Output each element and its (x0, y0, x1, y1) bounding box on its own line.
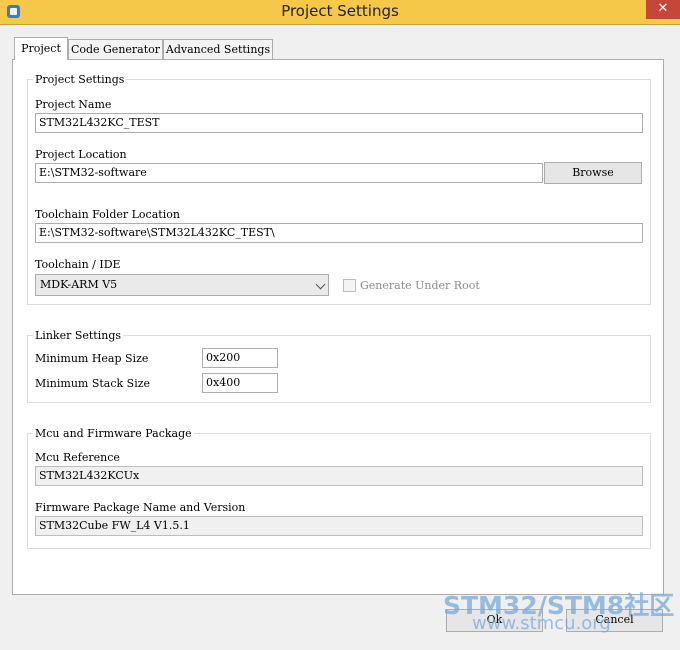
browse-button[interactable]: Browse (544, 162, 642, 184)
firmware-package-field: STM32Cube FW_L4 V1.5.1 (35, 516, 643, 536)
window-title: Project Settings (281, 2, 399, 20)
generate-under-root-checkbox[interactable] (343, 279, 356, 292)
close-button[interactable]: ✕ (646, 0, 680, 19)
toolchain-folder-label: Toolchain Folder Location (35, 208, 180, 221)
min-heap-label: Minimum Heap Size (35, 352, 149, 365)
generate-under-root-label: Generate Under Root (360, 279, 480, 292)
min-heap-field[interactable]: 0x200 (202, 348, 278, 368)
min-stack-field[interactable]: 0x400 (202, 373, 278, 393)
project-name-label: Project Name (35, 98, 112, 111)
min-stack-label: Minimum Stack Size (35, 377, 151, 390)
chevron-down-icon (315, 279, 326, 290)
group-legend: Linker Settings (33, 329, 124, 342)
watermark-url: www.stmcu.org (472, 613, 611, 634)
tab-panel-project: Project Settings Project Name STM32L432K… (12, 59, 664, 595)
project-location-field[interactable]: E:\STM32-software (35, 163, 543, 183)
toolchain-folder-field[interactable]: E:\STM32-software\STM32L432KC_TEST\ (35, 223, 643, 243)
toolchain-ide-label: Toolchain / IDE (35, 258, 121, 271)
project-name-field[interactable]: STM32L432KC_TEST (35, 113, 643, 133)
tab-code-generator[interactable]: Code Generator (68, 39, 163, 59)
mcu-reference-label: Mcu Reference (35, 451, 120, 464)
tab-advanced-settings[interactable]: Advanced Settings (163, 39, 273, 59)
toolchain-ide-select[interactable]: MDK-ARM V5 (35, 274, 329, 296)
group-legend: Project Settings (33, 73, 127, 86)
toolchain-ide-value: MDK-ARM V5 (40, 278, 118, 291)
tab-project[interactable]: Project (14, 37, 68, 60)
group-legend: Mcu and Firmware Package (33, 427, 194, 440)
title-bar[interactable]: Project Settings ✕ (0, 0, 680, 25)
mcu-reference-field: STM32L432KCUx (35, 466, 643, 486)
firmware-package-label: Firmware Package Name and Version (35, 501, 246, 514)
linker-settings-group: Linker Settings (27, 329, 651, 403)
project-location-label: Project Location (35, 148, 127, 161)
